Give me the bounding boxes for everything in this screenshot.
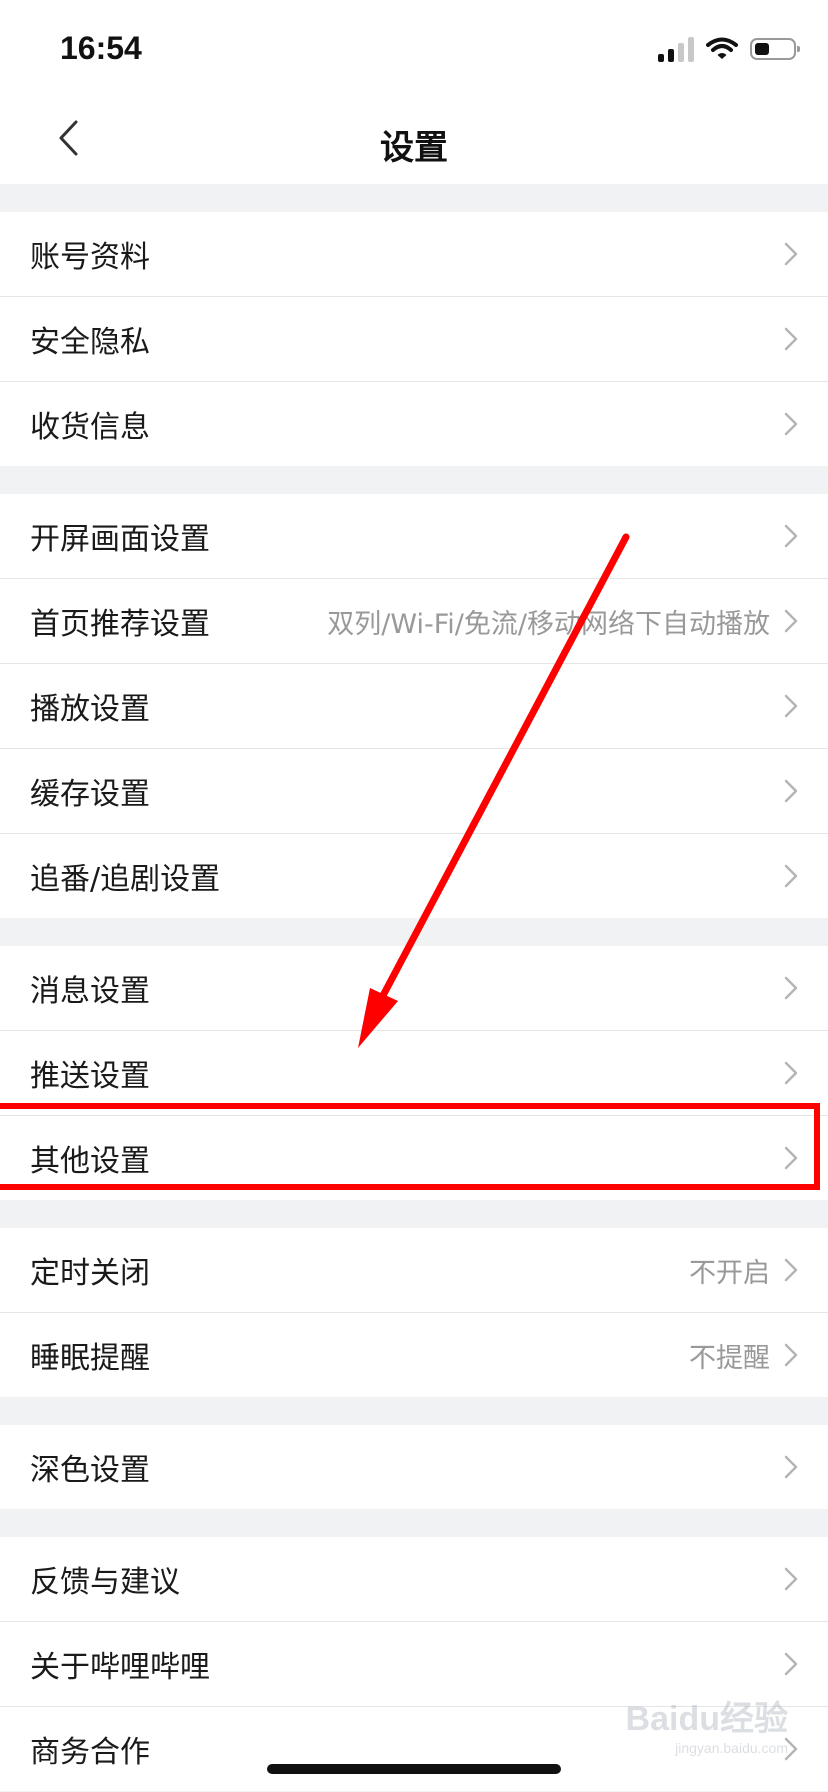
chevron-right-icon bbox=[784, 1455, 798, 1479]
settings-row[interactable]: 安全隐私 bbox=[0, 297, 828, 382]
status-bar: 16:54 bbox=[0, 0, 828, 92]
chevron-right-icon bbox=[784, 242, 798, 266]
settings-row-label: 开屏画面设置 bbox=[30, 522, 210, 557]
settings-row-label: 收货信息 bbox=[30, 410, 150, 445]
settings-row-label: 账号资料 bbox=[30, 240, 150, 275]
chevron-right-icon bbox=[784, 1146, 798, 1170]
settings-group: 消息设置推送设置其他设置 bbox=[0, 946, 828, 1200]
watermark-sub: jingyan.baidu.com bbox=[675, 1740, 788, 1756]
nav-bar: 设置 bbox=[0, 92, 828, 184]
wifi-icon bbox=[706, 37, 738, 59]
signal-icon bbox=[658, 36, 694, 62]
settings-row-label: 其他设置 bbox=[30, 1144, 150, 1179]
settings-row-label: 关于哔哩哔哩 bbox=[30, 1650, 210, 1685]
chevron-right-icon bbox=[784, 976, 798, 1000]
chevron-right-icon bbox=[784, 327, 798, 351]
settings-row-label: 睡眠提醒 bbox=[30, 1341, 150, 1376]
settings-row-label: 反馈与建议 bbox=[30, 1565, 180, 1600]
settings-row[interactable]: 缓存设置 bbox=[0, 749, 828, 834]
settings-row-value: 不提醒 bbox=[689, 1342, 770, 1374]
settings-row-label: 消息设置 bbox=[30, 974, 150, 1009]
watermark: Baidu经验 jingyan.baidu.com bbox=[626, 1691, 788, 1756]
chevron-right-icon bbox=[784, 779, 798, 803]
settings-row-label: 缓存设置 bbox=[30, 777, 150, 812]
settings-row-value: 双列/Wi-Fi/免流/移动网络下自动播放 bbox=[327, 608, 770, 640]
chevron-right-icon bbox=[784, 1567, 798, 1591]
settings-row[interactable]: 账号资料 bbox=[0, 212, 828, 297]
settings-row[interactable]: 开屏画面设置 bbox=[0, 494, 828, 579]
settings-row-label: 追番/追剧设置 bbox=[30, 862, 221, 897]
chevron-right-icon bbox=[784, 1258, 798, 1282]
settings-list: 账号资料安全隐私收货信息开屏画面设置 首页推荐设置 双列/Wi-Fi/免流/移动网络… bbox=[0, 184, 828, 1791]
chevron-right-icon bbox=[784, 1061, 798, 1085]
home-indicator bbox=[267, 1764, 561, 1774]
settings-row[interactable]: 消息设置 bbox=[0, 946, 828, 1031]
settings-row[interactable]: 睡眠提醒 不提醒 bbox=[0, 1313, 828, 1397]
settings-row[interactable]: 收货信息 bbox=[0, 382, 828, 466]
chevron-right-icon bbox=[784, 609, 798, 633]
settings-row[interactable]: 追番/追剧设置 bbox=[0, 834, 828, 918]
chevron-right-icon bbox=[784, 694, 798, 718]
settings-group: 深色设置 bbox=[0, 1425, 828, 1509]
watermark-main: Baidu经验 bbox=[625, 1700, 788, 1738]
settings-row-label: 推送设置 bbox=[30, 1059, 150, 1094]
settings-row-label: 播放设置 bbox=[30, 692, 150, 727]
chevron-right-icon bbox=[784, 412, 798, 436]
status-time: 16:54 bbox=[60, 30, 142, 66]
settings-row-label: 深色设置 bbox=[30, 1453, 150, 1488]
settings-row[interactable]: 首页推荐设置 双列/Wi-Fi/免流/移动网络下自动播放 bbox=[0, 579, 828, 664]
settings-group: 定时关闭 不开启睡眠提醒 不提醒 bbox=[0, 1228, 828, 1397]
settings-row[interactable]: 推送设置 bbox=[0, 1031, 828, 1116]
chevron-right-icon bbox=[784, 1343, 798, 1367]
settings-row-label: 首页推荐设置 bbox=[30, 607, 210, 642]
settings-row-label: 定时关闭 bbox=[30, 1256, 150, 1291]
chevron-right-icon bbox=[784, 864, 798, 888]
settings-row-label: 商务合作 bbox=[30, 1735, 150, 1770]
settings-row[interactable]: 定时关闭 不开启 bbox=[0, 1228, 828, 1313]
settings-row[interactable]: 其他设置 bbox=[0, 1116, 828, 1200]
settings-row[interactable]: 深色设置 bbox=[0, 1425, 828, 1509]
settings-group: 账号资料安全隐私收货信息 bbox=[0, 212, 828, 466]
page-title: 设置 bbox=[380, 128, 448, 168]
settings-row[interactable]: 播放设置 bbox=[0, 664, 828, 749]
chevron-right-icon bbox=[784, 524, 798, 548]
settings-group: 开屏画面设置 首页推荐设置 双列/Wi-Fi/免流/移动网络下自动播放播放设置缓存设… bbox=[0, 494, 828, 918]
battery-icon bbox=[750, 38, 800, 60]
chevron-right-icon bbox=[784, 1652, 798, 1676]
settings-row-label: 安全隐私 bbox=[30, 325, 150, 360]
status-icons bbox=[658, 32, 800, 66]
settings-row-value: 不开启 bbox=[689, 1257, 770, 1289]
settings-row[interactable]: 反馈与建议 bbox=[0, 1537, 828, 1622]
